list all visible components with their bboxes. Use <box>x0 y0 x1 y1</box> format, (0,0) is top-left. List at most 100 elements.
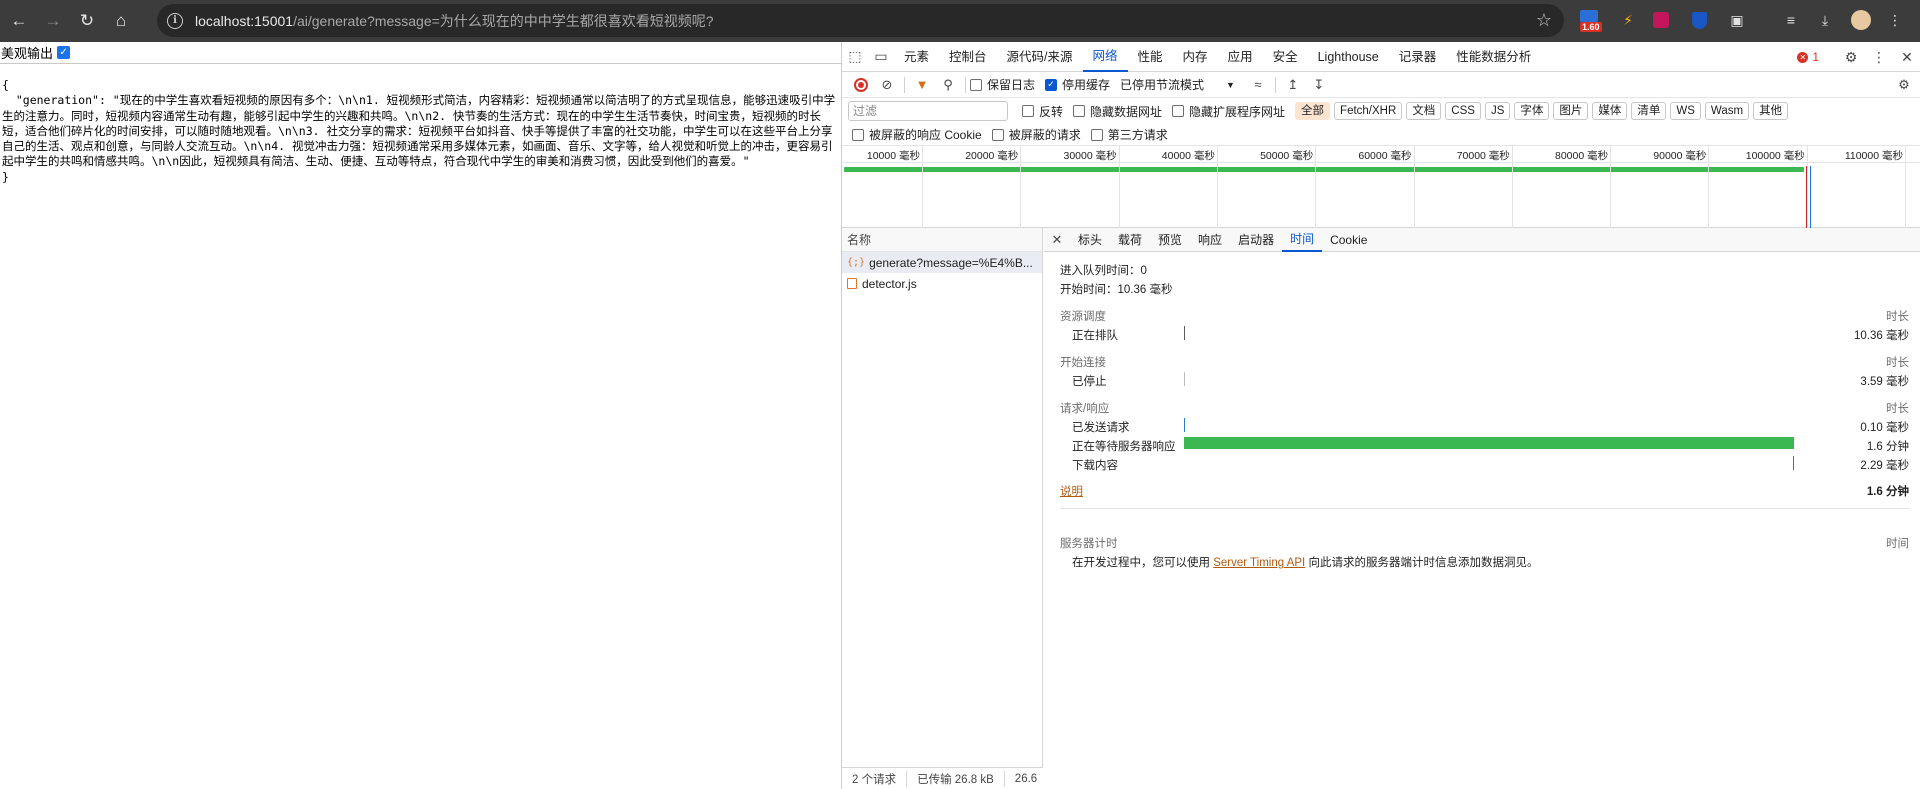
request-row-detector[interactable]: detector.js <box>842 273 1042 294</box>
error-counter[interactable]: ✕ 1 <box>1797 50 1819 64</box>
import-har-icon[interactable]: ↥ <box>1280 73 1306 97</box>
hide-extension-urls-label: 隐藏扩展程序网址 <box>1189 104 1286 119</box>
blocked-requests-checkbox[interactable]: 被屏蔽的请求 <box>991 126 1081 143</box>
type-filter-pill[interactable]: 全部 <box>1295 102 1331 120</box>
overview-grid-line <box>1118 146 1120 228</box>
devtools-tab[interactable]: 网络 <box>1082 42 1128 72</box>
type-filter-pill[interactable]: 图片 <box>1553 102 1589 120</box>
hide-data-urls-label: 隐藏数据网址 <box>1090 104 1163 119</box>
disable-cache-checkbox[interactable]: ✓ 停用缓存 <box>1045 76 1110 93</box>
extension-badge-icon[interactable]: 1.60 <box>1580 8 1606 32</box>
devtools-tab[interactable]: 源代码/来源 <box>997 42 1083 72</box>
reload-icon[interactable]: ↻ <box>72 6 102 36</box>
lightning-extension-icon[interactable]: ⚡ <box>1617 9 1639 31</box>
type-filter-pill[interactable]: CSS <box>1445 102 1481 120</box>
puzzle-extensions-icon[interactable]: ▣ <box>1726 9 1748 31</box>
type-filter-pill[interactable]: Wasm <box>1704 102 1750 120</box>
invert-checkbox[interactable]: 反转 <box>1022 103 1063 120</box>
name-column-header[interactable]: 名称 <box>842 228 1042 252</box>
site-info-icon[interactable]: i <box>167 12 183 29</box>
browser-toolbar: ← → ↻ ⌂ i localhost:15001/ai/generate?me… <box>0 0 1920 42</box>
url-host: localhost:15001 <box>195 12 294 29</box>
network-settings-icon[interactable]: ⚙ <box>1891 73 1917 97</box>
network-status-bar: 2 个请求 已传输 26.8 kB 26.6 <box>842 767 1043 789</box>
inspect-element-icon[interactable]: ⬚ <box>842 42 868 72</box>
network-conditions-icon[interactable]: ≈ <box>1245 73 1271 97</box>
reading-list-icon[interactable]: ≡ <box>1780 9 1802 31</box>
address-bar[interactable]: i localhost:15001/ai/generate?message=为什… <box>157 4 1564 37</box>
home-icon[interactable]: ⌂ <box>106 6 136 36</box>
server-timing-api-link[interactable]: Server Timing API <box>1213 557 1305 569</box>
close-devtools-icon[interactable]: ✕ <box>1893 49 1920 66</box>
record-icon[interactable] <box>848 73 874 97</box>
devtools-tab[interactable]: 应用 <box>1218 42 1263 72</box>
detail-tab[interactable]: 载荷 <box>1110 228 1150 252</box>
blocked-cookies-checkbox[interactable]: 被屏蔽的响应 Cookie <box>852 126 982 143</box>
type-filter-pill[interactable]: 媒体 <box>1592 102 1628 120</box>
browser-menu-icon[interactable]: ⋮ <box>1884 9 1906 31</box>
extension-badge-count: 1.60 <box>1580 22 1602 32</box>
devtools-tab[interactable]: 性能 <box>1128 42 1173 72</box>
hide-extension-urls-checkbox[interactable]: 隐藏扩展程序网址 <box>1172 103 1285 120</box>
request-list: 名称 {;} generate?message=%E4%B... detecto… <box>842 228 1043 789</box>
detail-tab[interactable]: 时间 <box>1282 228 1323 252</box>
profile-avatar[interactable] <box>1850 9 1872 31</box>
devtools-tab[interactable]: 性能数据分析 <box>1446 42 1541 72</box>
devtools-tab[interactable]: 记录器 <box>1389 42 1447 72</box>
bookmark-star-icon[interactable]: ☆ <box>1536 10 1552 31</box>
overview-grid-line <box>1806 146 1808 228</box>
settings-gear-icon[interactable]: ⚙ <box>1837 49 1865 66</box>
type-filter-pill[interactable]: 其他 <box>1753 102 1789 120</box>
devtools-tab[interactable]: 控制台 <box>939 42 997 72</box>
detail-tab[interactable]: 响应 <box>1190 228 1230 252</box>
type-filter-pill[interactable]: JS <box>1484 102 1511 120</box>
filter-icon[interactable]: ▼ <box>909 73 935 97</box>
clear-icon[interactable]: ⊘ <box>874 73 900 97</box>
translate-extension-icon[interactable] <box>1650 9 1672 31</box>
detail-tab[interactable]: Cookie <box>1322 228 1375 252</box>
network-overview-timeline[interactable]: 10000 毫秒 20000 毫秒 30000 毫秒 40000 毫秒 50000 毫秒… <box>842 146 1920 228</box>
overview-tick-label: 30000 毫秒 <box>1063 150 1117 162</box>
chevron-down-icon: ▼ <box>1226 79 1235 90</box>
devtools-tab[interactable]: 安全 <box>1263 42 1308 72</box>
type-filter-pill[interactable]: WS <box>1670 102 1701 120</box>
filter-input[interactable]: 过滤 <box>848 101 1008 121</box>
section-request-response: 请求/响应 <box>1060 403 1110 415</box>
stalled-bar <box>1184 372 1185 386</box>
explanation-link[interactable]: 说明 <box>1060 483 1083 499</box>
export-har-icon[interactable]: ↧ <box>1306 73 1332 97</box>
preserve-log-checkbox[interactable]: 保留日志 <box>970 76 1035 93</box>
shield-extension-icon[interactable] <box>1688 9 1710 31</box>
devtools-tab[interactable]: 元素 <box>894 42 939 72</box>
request-row-generate[interactable]: {;} generate?message=%E4%B... <box>842 252 1042 273</box>
detail-tab[interactable]: 标头 <box>1070 228 1110 252</box>
device-toolbar-icon[interactable]: ▭ <box>868 42 894 72</box>
overview-tick-label: 70000 毫秒 <box>1456 150 1510 162</box>
throttle-label: 已停用节流模式 <box>1120 78 1205 92</box>
devtools-tab[interactable]: Lighthouse <box>1308 42 1389 72</box>
forward-icon[interactable]: → <box>38 6 68 36</box>
close-detail-icon[interactable]: ✕ <box>1044 232 1070 248</box>
detail-tab[interactable]: 预览 <box>1150 228 1190 252</box>
devtools-more-icon[interactable]: ⋮ <box>1865 49 1893 66</box>
download-bar <box>1793 456 1794 470</box>
devtools-tab[interactable]: 内存 <box>1173 42 1218 72</box>
download-icon[interactable]: ⤓ <box>1814 9 1836 31</box>
url-text[interactable]: localhost:15001/ai/generate?message=为什么现… <box>195 11 714 31</box>
overview-tick-label: 40000 毫秒 <box>1161 150 1215 162</box>
pretty-print-checkbox[interactable]: ✓ <box>57 46 71 59</box>
hide-data-urls-checkbox[interactable]: 隐藏数据网址 <box>1073 103 1162 120</box>
type-filter-pill[interactable]: 清单 <box>1631 102 1667 120</box>
invert-label: 反转 <box>1039 104 1064 119</box>
detail-tab[interactable]: 启动器 <box>1230 228 1282 252</box>
back-icon[interactable]: ← <box>4 6 34 36</box>
throttle-select[interactable]: 已停用节流模式 ▼ <box>1120 76 1235 93</box>
third-party-checkbox[interactable]: 第三方请求 <box>1090 126 1168 143</box>
overview-tick-label: 60000 毫秒 <box>1358 150 1412 162</box>
section-resource-scheduling: 资源调度 <box>1060 311 1106 323</box>
divider <box>1060 508 1910 509</box>
type-filter-pill[interactable]: 字体 <box>1514 102 1550 120</box>
search-icon[interactable]: ⚲ <box>935 73 961 97</box>
type-filter-pill[interactable]: 文档 <box>1406 102 1442 120</box>
type-filter-pill[interactable]: Fetch/XHR <box>1334 102 1403 120</box>
